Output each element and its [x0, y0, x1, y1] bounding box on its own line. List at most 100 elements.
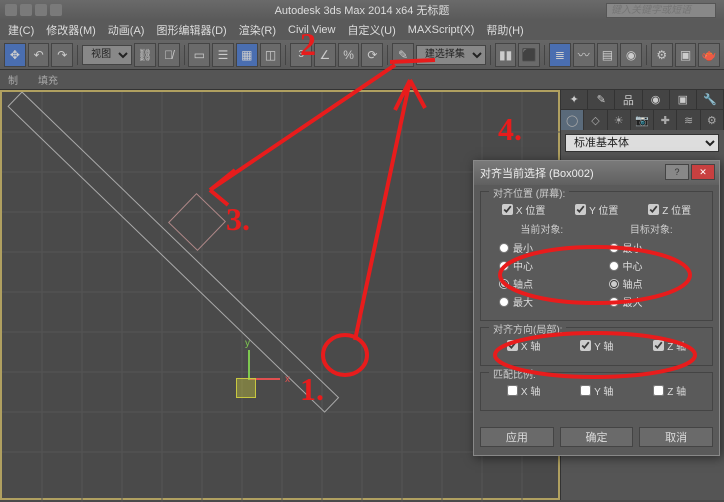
- create-subcategories: ◯ ◇ ☀ 📷 ✚ ≋ ⚙: [561, 110, 724, 130]
- object-category-dropdown[interactable]: 标准基本体: [565, 134, 719, 152]
- tab-display[interactable]: ▣: [670, 90, 697, 109]
- target-object-column: 目标对象: 最小 中心 轴点 最大: [597, 221, 707, 312]
- menu-customize[interactable]: 自定义(U): [344, 20, 400, 40]
- main-toolbar: ✥ ↶ ↷ 视图 ⛓ ⛓̸ ▭ ☰ ▦ ◫ 3 ∠ % ⟳ ✎ 建选择集 ▮▮ …: [0, 40, 724, 70]
- align-position-group: 对齐位置 (屏幕): X 位置 Y 位置 Z 位置 当前对象: 最小 中心 轴点…: [480, 191, 713, 321]
- angle-snap-icon[interactable]: ∠: [314, 43, 336, 67]
- create-icon[interactable]: ✎: [392, 43, 414, 67]
- align-dialog: 对齐当前选择 (Box002) ? ✕ 对齐位置 (屏幕): X 位置 Y 位置…: [473, 160, 720, 456]
- title-bar: Autodesk 3ds Max 2014 x64 无标题: [0, 0, 724, 20]
- named-selection-dropdown[interactable]: 建选择集: [416, 45, 486, 65]
- tab-utilities[interactable]: 🔧: [697, 90, 724, 109]
- align-icon[interactable]: ⬛: [518, 43, 540, 67]
- menu-rendering[interactable]: 渲染(R): [235, 20, 280, 40]
- menu-modifiers[interactable]: 修改器(M): [42, 20, 100, 40]
- apply-button[interactable]: 应用: [480, 427, 554, 447]
- current-center-radio[interactable]: 中心: [499, 258, 597, 273]
- separator: [646, 45, 647, 65]
- mirror-icon[interactable]: ▮▮: [495, 43, 517, 67]
- xy-plane-handle[interactable]: [236, 378, 256, 398]
- dialog-title-bar[interactable]: 对齐当前选择 (Box002) ? ✕: [474, 161, 719, 185]
- scale-z-checkbox[interactable]: Z 轴: [653, 383, 686, 398]
- x-position-checkbox[interactable]: X 位置: [502, 202, 545, 217]
- tab-hierarchy[interactable]: 品: [615, 90, 642, 109]
- schematic-view-icon[interactable]: ▤: [597, 43, 619, 67]
- orient-y-checkbox[interactable]: Y 轴: [580, 338, 613, 353]
- render-icon[interactable]: 🫖: [698, 43, 720, 67]
- layer-manager-icon[interactable]: ≣: [549, 43, 571, 67]
- target-max-radio[interactable]: 最大: [609, 294, 707, 309]
- tab-create[interactable]: ✦: [561, 90, 588, 109]
- material-editor-icon[interactable]: ◉: [620, 43, 642, 67]
- lights-icon[interactable]: ☀: [608, 110, 631, 130]
- tab-motion[interactable]: ◉: [643, 90, 670, 109]
- window-crossing-icon[interactable]: ◫: [260, 43, 282, 67]
- menu-maxscript[interactable]: MAXScript(X): [404, 22, 479, 38]
- dialog-close-button[interactable]: ✕: [691, 164, 715, 180]
- z-position-checkbox[interactable]: Z 位置: [648, 202, 691, 217]
- redo-button[interactable]: ↷: [51, 43, 73, 67]
- target-center-radio[interactable]: 中心: [609, 258, 707, 273]
- current-object-column: 当前对象: 最小 中心 轴点 最大: [487, 221, 597, 312]
- cancel-button[interactable]: 取消: [639, 427, 713, 447]
- command-panel-tabs: ✦ ✎ 品 ◉ ▣ 🔧: [561, 90, 724, 110]
- select-by-name-icon[interactable]: ☰: [212, 43, 234, 67]
- menu-animation[interactable]: 动画(A): [104, 20, 149, 40]
- ok-button[interactable]: 确定: [560, 427, 634, 447]
- ribbon-label-fill[interactable]: 填充: [38, 72, 58, 87]
- percent-snap-icon[interactable]: %: [338, 43, 360, 67]
- group-title: 匹配比例:: [489, 366, 540, 381]
- dialog-help-button[interactable]: ?: [665, 164, 689, 180]
- current-max-radio[interactable]: 最大: [499, 294, 597, 309]
- spinner-snap-icon[interactable]: ⟳: [361, 43, 383, 67]
- separator: [544, 45, 545, 65]
- tab-modify[interactable]: ✎: [588, 90, 615, 109]
- redo-icon[interactable]: [50, 4, 62, 16]
- select-move-icon[interactable]: ✥: [4, 43, 26, 67]
- separator: [490, 45, 491, 65]
- unlink-icon[interactable]: ⛓̸: [158, 43, 180, 67]
- geometry-icon[interactable]: ◯: [561, 110, 584, 130]
- cameras-icon[interactable]: 📷: [631, 110, 654, 130]
- link-icon[interactable]: ⛓: [134, 43, 156, 67]
- undo-button[interactable]: ↶: [28, 43, 50, 67]
- scale-x-checkbox[interactable]: X 轴: [507, 383, 540, 398]
- axis-gizmo[interactable]: [220, 350, 280, 410]
- menu-civil-view[interactable]: Civil View: [284, 22, 339, 38]
- curve-editor-icon[interactable]: 〰: [573, 43, 595, 67]
- rendered-frame-icon[interactable]: ▣: [675, 43, 697, 67]
- target-pivot-radio[interactable]: 轴点: [609, 276, 707, 291]
- menu-help[interactable]: 帮助(H): [482, 20, 527, 40]
- shapes-icon[interactable]: ◇: [584, 110, 607, 130]
- current-object-title: 当前对象:: [487, 221, 597, 236]
- snap-3-icon[interactable]: 3: [290, 43, 312, 67]
- scale-y-checkbox[interactable]: Y 轴: [580, 383, 613, 398]
- target-object-title: 目标对象:: [597, 221, 707, 236]
- selection-region-icon[interactable]: ▦: [236, 43, 258, 67]
- select-icon[interactable]: ▭: [188, 43, 210, 67]
- title-quick-access: [5, 4, 62, 16]
- separator: [184, 45, 185, 65]
- current-pivot-radio[interactable]: 轴点: [499, 276, 597, 291]
- help-search-input[interactable]: [606, 3, 716, 18]
- reference-coord-dropdown[interactable]: 视图: [82, 45, 132, 65]
- menu-create[interactable]: 建(C): [4, 20, 38, 40]
- save-icon[interactable]: [20, 4, 32, 16]
- render-setup-icon[interactable]: ⚙: [651, 43, 673, 67]
- orient-z-checkbox[interactable]: Z 轴: [653, 338, 686, 353]
- group-title: 对齐位置 (屏幕):: [489, 185, 569, 200]
- current-min-radio[interactable]: 最小: [499, 240, 597, 255]
- systems-icon[interactable]: ⚙: [701, 110, 724, 130]
- target-min-radio[interactable]: 最小: [609, 240, 707, 255]
- match-scale-group: 匹配比例: X 轴 Y 轴 Z 轴: [480, 372, 713, 411]
- align-orientation-group: 对齐方向(局部): X 轴 Y 轴 Z 轴: [480, 327, 713, 366]
- menu-graph-editors[interactable]: 图形编辑器(D): [152, 20, 230, 40]
- undo-icon[interactable]: [35, 4, 47, 16]
- orient-x-checkbox[interactable]: X 轴: [507, 338, 540, 353]
- helpers-icon[interactable]: ✚: [654, 110, 677, 130]
- dialog-title-text: 对齐当前选择 (Box002): [480, 165, 594, 181]
- ribbon-label-left: 制: [8, 72, 18, 87]
- y-position-checkbox[interactable]: Y 位置: [575, 202, 618, 217]
- separator: [285, 45, 286, 65]
- space-warps-icon[interactable]: ≋: [677, 110, 700, 130]
